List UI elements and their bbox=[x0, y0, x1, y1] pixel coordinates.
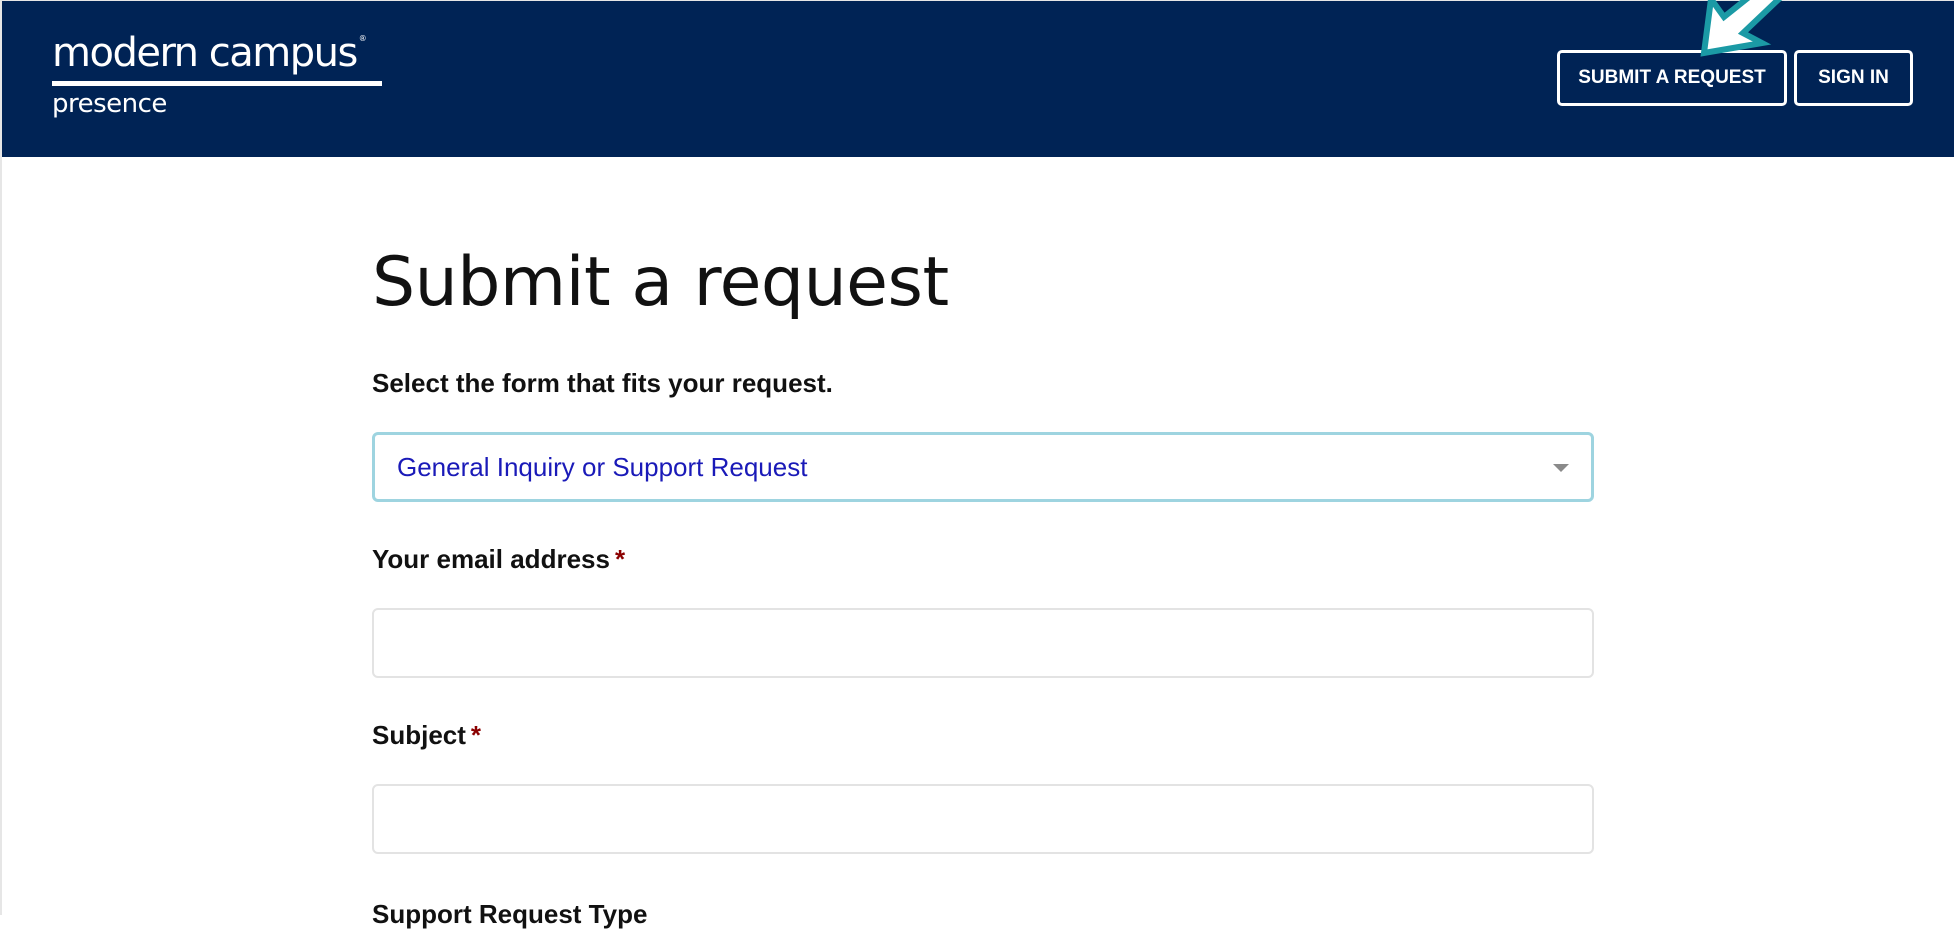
form-select-label: Select the form that fits your request. bbox=[372, 368, 833, 398]
email-label-text: Your email address bbox=[372, 544, 610, 574]
subject-field[interactable] bbox=[372, 784, 1594, 854]
brand-name: modern campus bbox=[52, 30, 358, 76]
required-marker: * bbox=[470, 720, 482, 750]
submit-request-button[interactable]: SUBMIT A REQUEST bbox=[1557, 50, 1787, 106]
form-select[interactable]: General Inquiry or Support Request bbox=[372, 432, 1594, 502]
site-header: modern campus ® presence SUBMIT A REQUES… bbox=[2, 0, 1954, 157]
brand-product: presence bbox=[52, 89, 167, 119]
form-select-value: General Inquiry or Support Request bbox=[397, 452, 808, 482]
chevron-down-icon bbox=[1553, 464, 1569, 472]
email-field[interactable] bbox=[372, 608, 1594, 678]
support-request-type-label: Support Request Type bbox=[372, 899, 648, 929]
subject-label-text: Subject bbox=[372, 720, 466, 750]
brand-logo[interactable]: modern campus ® presence bbox=[52, 29, 382, 120]
subject-label: Subject * bbox=[372, 719, 481, 751]
sign-in-button[interactable]: SIGN IN bbox=[1794, 50, 1913, 106]
trademark-mark: ® bbox=[358, 34, 367, 43]
page-title: Submit a request bbox=[372, 243, 949, 322]
email-label: Your email address * bbox=[372, 543, 625, 575]
required-marker: * bbox=[614, 544, 626, 574]
logo-rule bbox=[52, 81, 382, 86]
